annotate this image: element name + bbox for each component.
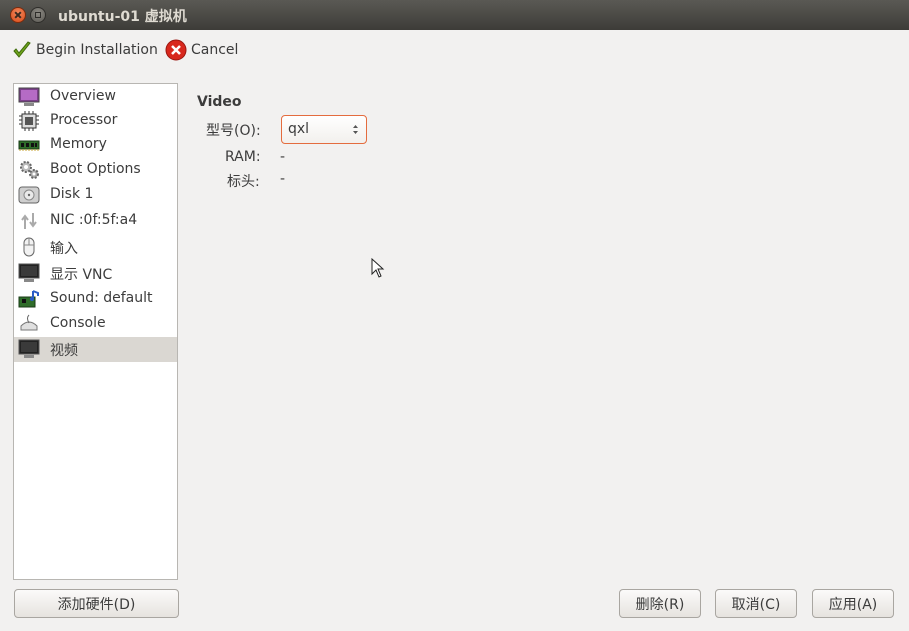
- sidebar-item-console[interactable]: Console: [14, 312, 177, 337]
- ram-value: -: [280, 149, 286, 165]
- monitor-purple-icon: [18, 87, 40, 106]
- sidebar-item-label: 输入: [50, 241, 78, 257]
- sidebar-item-label: Sound: default: [50, 290, 153, 306]
- sidebar-item-label: Processor: [50, 112, 118, 128]
- ram-label: RAM:: [225, 149, 261, 165]
- sidebar-item-label: Disk 1: [50, 186, 94, 202]
- window-title: ubuntu-01 虚拟机: [58, 9, 187, 25]
- model-label: 型号(O):: [206, 123, 261, 139]
- cancel-icon: [165, 39, 187, 61]
- begin-installation-button[interactable]: Begin Installation: [12, 38, 158, 62]
- title-bar: ubuntu-01 虚拟机: [0, 0, 909, 30]
- checkmark-icon: [13, 41, 31, 58]
- cancel-label: 取消(C): [731, 596, 781, 613]
- sidebar-item-label: Boot Options: [50, 161, 141, 177]
- heads-value: -: [280, 171, 286, 187]
- heads-label: 标头:: [227, 174, 260, 190]
- mouse-icon: [23, 237, 35, 257]
- video-monitor-icon: [18, 339, 40, 358]
- sidebar-item-label: NIC :0f:5f:a4: [50, 212, 138, 228]
- cancel-button[interactable]: 取消(C): [715, 589, 797, 618]
- network-arrows-icon: [21, 213, 37, 229]
- sidebar-item-disk-1[interactable]: Disk 1: [14, 183, 177, 208]
- sidebar-item-label: Memory: [50, 136, 107, 152]
- add-hardware-button[interactable]: 添加硬件(D): [14, 589, 179, 618]
- sidebar-item-sound[interactable]: Sound: default: [14, 287, 177, 312]
- begin-installation-label: Begin Installation: [36, 42, 158, 58]
- remove-button[interactable]: 删除(R): [619, 589, 701, 618]
- model-select[interactable]: qxl: [281, 115, 367, 144]
- ram-icon: [18, 140, 40, 151]
- mouse-pointer-icon: [371, 258, 385, 278]
- model-select-value: qxl: [288, 121, 310, 137]
- sidebar-item-label: 视频: [50, 343, 78, 359]
- apply-button[interactable]: 应用(A): [812, 589, 894, 618]
- sidebar-item-label: Overview: [50, 88, 116, 104]
- sidebar-item-memory[interactable]: Memory: [14, 133, 177, 158]
- apply-label: 应用(A): [828, 596, 878, 613]
- cancel-installation-button[interactable]: Cancel: [165, 38, 238, 62]
- section-title: Video: [197, 94, 242, 110]
- sidebar-item-input[interactable]: 输入: [14, 235, 177, 260]
- hardware-list: Overview Processor Memory Boot Options D…: [13, 83, 178, 580]
- sidebar-item-label: 显示 VNC: [50, 267, 113, 283]
- window-maximize-button[interactable]: [30, 7, 46, 23]
- remove-label: 删除(R): [635, 596, 685, 613]
- gears-icon: [20, 161, 39, 179]
- window-close-button[interactable]: [10, 7, 26, 23]
- sidebar-item-video[interactable]: 视频: [14, 337, 177, 362]
- cancel-installation-label: Cancel: [191, 42, 239, 58]
- hard-disk-icon: [18, 186, 40, 204]
- sidebar-item-overview[interactable]: Overview: [14, 85, 177, 110]
- cpu-icon: [19, 111, 39, 131]
- sidebar-item-processor[interactable]: Processor: [14, 109, 177, 134]
- display-icon: [18, 263, 40, 282]
- sidebar-item-label: Console: [50, 315, 106, 331]
- sidebar-item-display-vnc[interactable]: 显示 VNC: [14, 261, 177, 286]
- console-icon: [20, 314, 38, 331]
- add-hardware-label: 添加硬件(D): [57, 596, 136, 613]
- spin-arrows-icon: [353, 125, 358, 134]
- sidebar-item-boot-options[interactable]: Boot Options: [14, 158, 177, 183]
- sound-card-icon: [18, 290, 39, 308]
- sidebar-item-nic[interactable]: NIC :0f:5f:a4: [14, 209, 177, 234]
